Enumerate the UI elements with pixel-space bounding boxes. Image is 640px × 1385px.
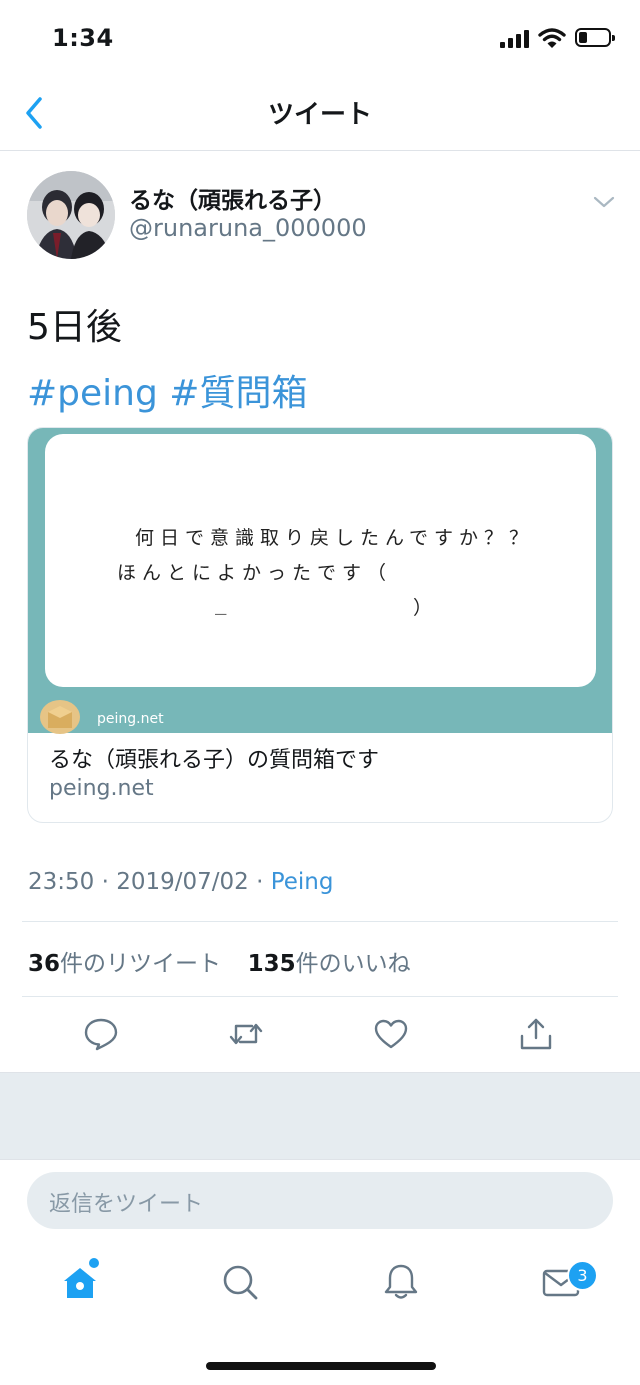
- question-line: _: [215, 593, 233, 615]
- search-icon[interactable]: [220, 1262, 260, 1302]
- card-image-domain: peing.net: [97, 711, 164, 727]
- battery-icon: [575, 28, 615, 47]
- notifications-icon[interactable]: [381, 1262, 421, 1302]
- like-stat[interactable]: 135件のいいね: [248, 951, 411, 977]
- like-icon[interactable]: [373, 1016, 409, 1052]
- like-label: 件のいいね: [295, 951, 411, 977]
- caret-down-icon[interactable]: [592, 194, 616, 210]
- retweet-count: 36: [28, 951, 61, 977]
- messages-badge: 3: [567, 1260, 598, 1291]
- tweet-timestamp: 23:50 · 2019/07/02 · Peing: [28, 869, 334, 895]
- source-link[interactable]: Peing: [271, 869, 334, 895]
- divider: [22, 996, 618, 997]
- share-icon[interactable]: [518, 1016, 554, 1052]
- question-line: ほんとによかったです（: [117, 562, 393, 584]
- tweet-text: 5日後: [27, 307, 122, 348]
- card-title: るな（頑張れる子）の質問箱です: [49, 748, 380, 773]
- question-line: 何日で意識取り戻したんですか？？: [135, 527, 535, 549]
- header-divider: [0, 150, 640, 151]
- author-name[interactable]: るな（頑張れる子）: [129, 181, 336, 215]
- page-title: ツイート: [267, 100, 372, 130]
- status-time: 1:34: [52, 24, 114, 52]
- author-handle[interactable]: @runaruna_000000: [129, 214, 367, 242]
- reply-placeholder: 返信をツイート: [49, 1192, 204, 1217]
- tweet-hashtags: #peing #質問箱: [27, 364, 307, 416]
- link-card[interactable]: 何日で意識取り戻したんですか？？ ほんとによかったです（ _ ） peing.n…: [27, 427, 613, 823]
- like-count: 135: [247, 951, 296, 977]
- home-indicator: [206, 1362, 436, 1370]
- retweet-stat[interactable]: 36件のリツイート: [28, 951, 221, 977]
- card-domain: peing.net: [49, 776, 154, 801]
- box-icon: [40, 700, 80, 734]
- retweet-label: 件のリツイート: [60, 951, 222, 977]
- wifi-icon: [538, 28, 566, 48]
- hashtag-link[interactable]: #peing: [27, 373, 158, 414]
- timestamp-text: 23:50 · 2019/07/02 ·: [28, 869, 271, 895]
- question-box: 何日で意識取り戻したんですか？？ ほんとによかったです（ _ ）: [45, 434, 596, 687]
- hashtag-link[interactable]: #質問箱: [169, 373, 307, 414]
- reply-input[interactable]: 返信をツイート: [27, 1172, 613, 1229]
- retweet-icon[interactable]: [228, 1016, 264, 1052]
- tweet-stats: 36件のリツイート 135件のいいね: [28, 944, 411, 978]
- home-icon[interactable]: [60, 1262, 100, 1302]
- divider: [22, 921, 618, 922]
- avatar[interactable]: [27, 171, 115, 259]
- card-image: 何日で意識取り戻したんですか？？ ほんとによかったです（ _ ） peing.n…: [28, 428, 612, 734]
- question-line: ）: [413, 597, 439, 619]
- empty-replies-area: [0, 1072, 640, 1160]
- signal-icon: [500, 30, 531, 48]
- reply-icon[interactable]: [83, 1016, 119, 1052]
- home-new-dot: [89, 1258, 99, 1268]
